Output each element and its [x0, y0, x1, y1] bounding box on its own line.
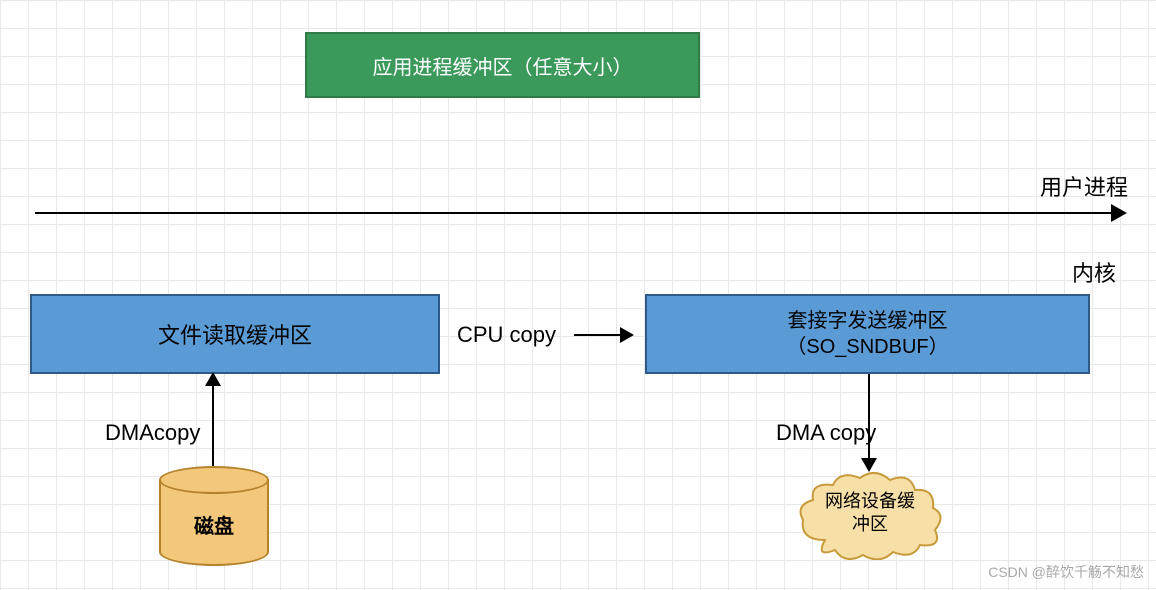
kernel-label: 内核: [1072, 256, 1116, 288]
cloud-label: 网络设备缓 冲区: [795, 490, 945, 537]
socket-send-buffer-label-1: 套接字发送缓冲区: [788, 308, 948, 334]
dma-copy-left-label: DMAcopy: [105, 420, 200, 446]
socket-send-buffer-box: 套接字发送缓冲区 （SO_SNDBUF）: [645, 294, 1090, 374]
cloud-label-line1: 网络设备缓: [825, 491, 915, 511]
file-read-buffer-label: 文件读取缓冲区: [158, 318, 312, 350]
cpu-copy-arrow: [574, 334, 632, 336]
app-buffer-label: 应用进程缓冲区（任意大小）: [373, 51, 633, 80]
disk-shape: 磁盘: [159, 466, 269, 566]
watermark: CSDN @醉饮千觞不知愁: [988, 562, 1144, 582]
file-read-buffer-box: 文件读取缓冲区: [30, 294, 440, 374]
socket-send-buffer-label-2: （SO_SNDBUF）: [786, 334, 948, 360]
cloud-label-line2: 冲区: [852, 514, 888, 534]
disk-label: 磁盘: [159, 510, 269, 539]
dma-copy-right-label: DMA copy: [776, 420, 876, 446]
network-device-cloud: 网络设备缓 冲区: [795, 470, 945, 560]
dma-copy-left-arrow: [212, 374, 214, 466]
cpu-copy-label: CPU copy: [457, 322, 556, 348]
app-buffer-box: 应用进程缓冲区（任意大小）: [305, 32, 700, 98]
user-process-label: 用户进程: [1040, 170, 1128, 202]
disk-top-ellipse: [159, 466, 269, 494]
user-kernel-divider-arrow: [35, 212, 1125, 214]
